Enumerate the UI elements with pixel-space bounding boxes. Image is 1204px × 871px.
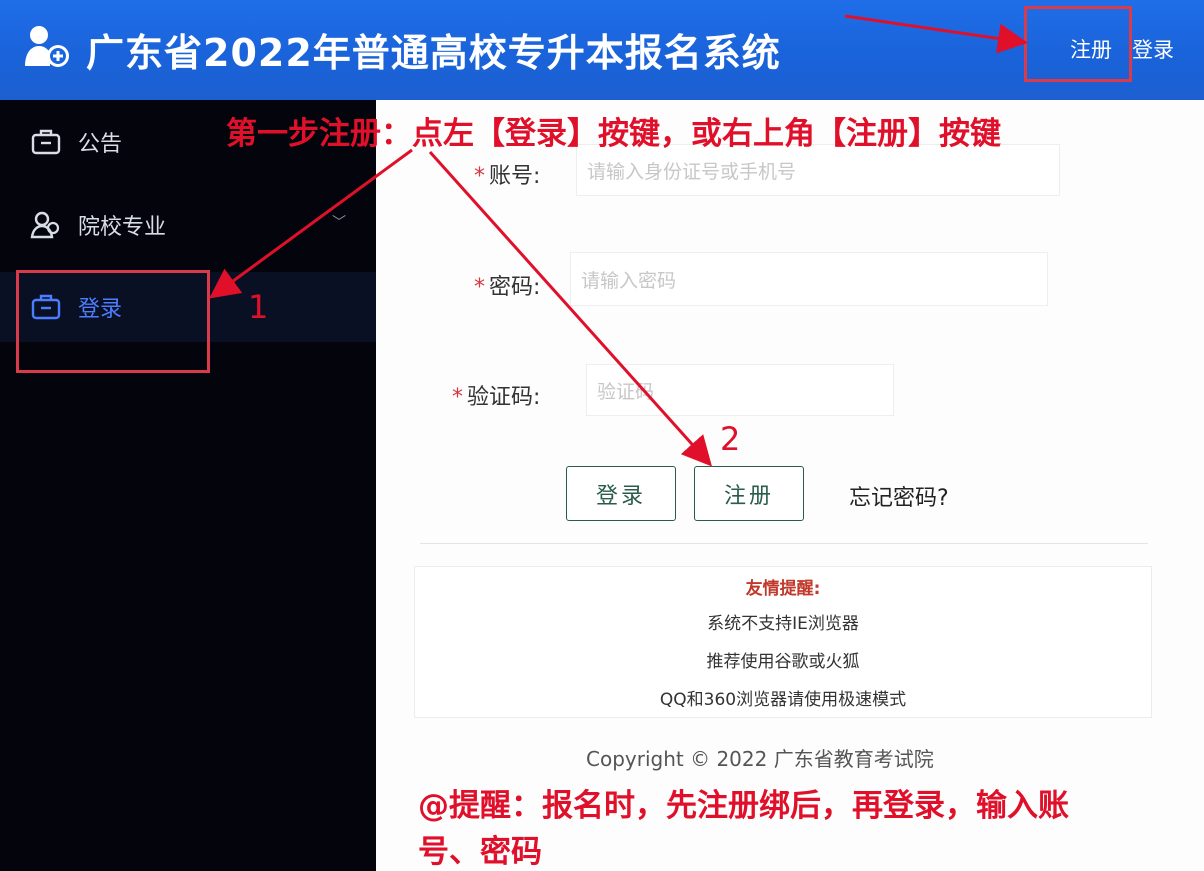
forgot-password-link[interactable]: 忘记密码? — [849, 480, 949, 512]
password-input[interactable]: 请输入密码 — [570, 252, 1048, 306]
user-add-icon — [25, 26, 69, 67]
sidebar-item-label: 院校专业 — [78, 215, 167, 240]
header-login-link[interactable]: 登录 — [1132, 34, 1174, 64]
sidebar-item-label: 公告 — [78, 132, 123, 157]
annotation-marker-1: 1 — [248, 288, 269, 326]
sidebar: 公告 院校专业 ﹀ 登录 — [0, 100, 376, 871]
divider — [420, 543, 1148, 544]
annotation-marker-2: 2 — [720, 420, 741, 458]
account-label: * 账号: — [474, 164, 541, 189]
chevron-down-icon: ﹀ — [332, 215, 346, 231]
app-title: 广东省2022年普通高校专升本报名系统 — [86, 31, 781, 75]
sidebar-item-schools[interactable]: 院校专业 ﹀ — [0, 190, 376, 260]
annotation-reminder-line2: 号、密码 — [418, 834, 542, 870]
annotation-box-register — [1024, 6, 1132, 82]
notice-line: 推荐使用谷歌或火狐 — [706, 652, 860, 672]
notice-box: 友情提醒: 系统不支持IE浏览器 推荐使用谷歌或火狐 QQ和360浏览器请使用极… — [414, 566, 1152, 718]
people-icon — [30, 209, 62, 241]
annotation-step-one: 第一步注册：点左【登录】按键，或右上角【注册】按键 — [226, 116, 1001, 152]
briefcase-icon — [30, 126, 62, 158]
copyright-text: Copyright © 2022 广东省教育考试院 — [586, 747, 934, 771]
annotation-reminder-line1: @提醒：报名时，先注册绑后，再登录，输入账 — [418, 788, 1069, 824]
login-panel: * 账号: 请输入身份证号或手机号 * 密码: 请输入密码 * 验证码: 验证码 登录… — [376, 100, 1204, 871]
captcha-input[interactable]: 验证码 — [586, 364, 894, 416]
login-button[interactable]: 登录 — [566, 466, 676, 521]
password-label: * 密码: — [474, 275, 541, 300]
register-button[interactable]: 注册 — [694, 466, 804, 521]
notice-line: QQ和360浏览器请使用极速模式 — [659, 690, 907, 710]
captcha-label: * 验证码: — [452, 385, 541, 410]
notice-title: 友情提醒: — [745, 579, 821, 599]
annotation-box-login — [16, 270, 210, 373]
notice-line: 系统不支持IE浏览器 — [707, 614, 859, 634]
